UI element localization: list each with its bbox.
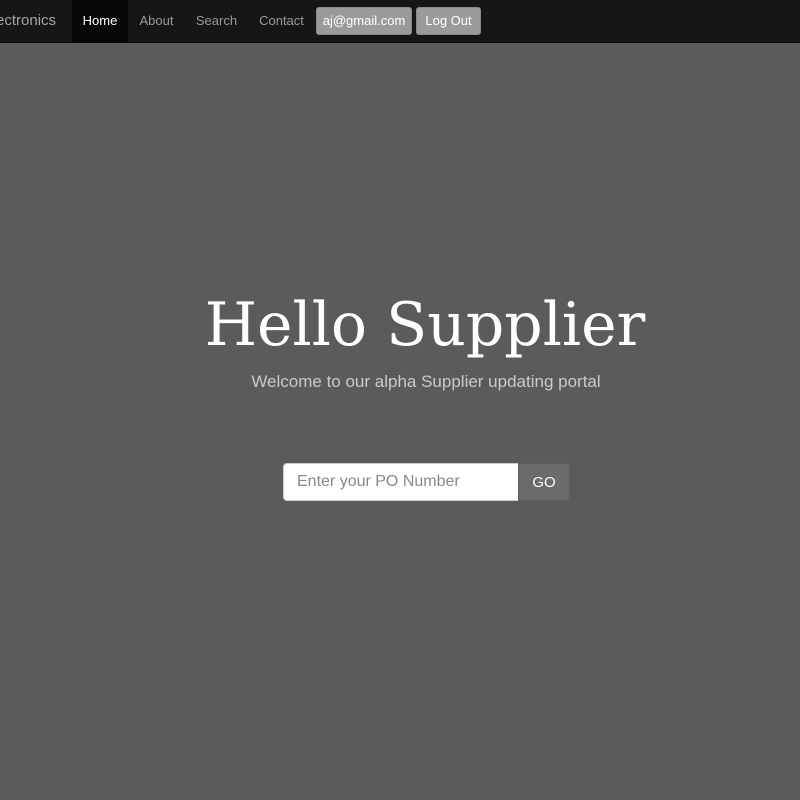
logout-button[interactable]: Log Out <box>416 7 481 35</box>
go-button[interactable]: GO <box>518 463 570 501</box>
hero-subtitle: Welcome to our alpha Supplier updating p… <box>251 372 601 391</box>
nav-item-contact[interactable]: Contact <box>248 0 315 42</box>
brand-logo[interactable]: ectronics <box>0 0 56 42</box>
nav-item-about[interactable]: About <box>128 0 185 42</box>
user-email-button[interactable]: aj@gmail.com <box>316 7 412 35</box>
top-navbar: ectronics Home About Search Contact aj@g… <box>0 0 800 43</box>
nav-item-search[interactable]: Search <box>185 0 248 42</box>
hero-title: Hello Supplier <box>204 290 646 360</box>
po-number-input[interactable] <box>283 463 519 501</box>
nav-item-home[interactable]: Home <box>72 0 128 42</box>
